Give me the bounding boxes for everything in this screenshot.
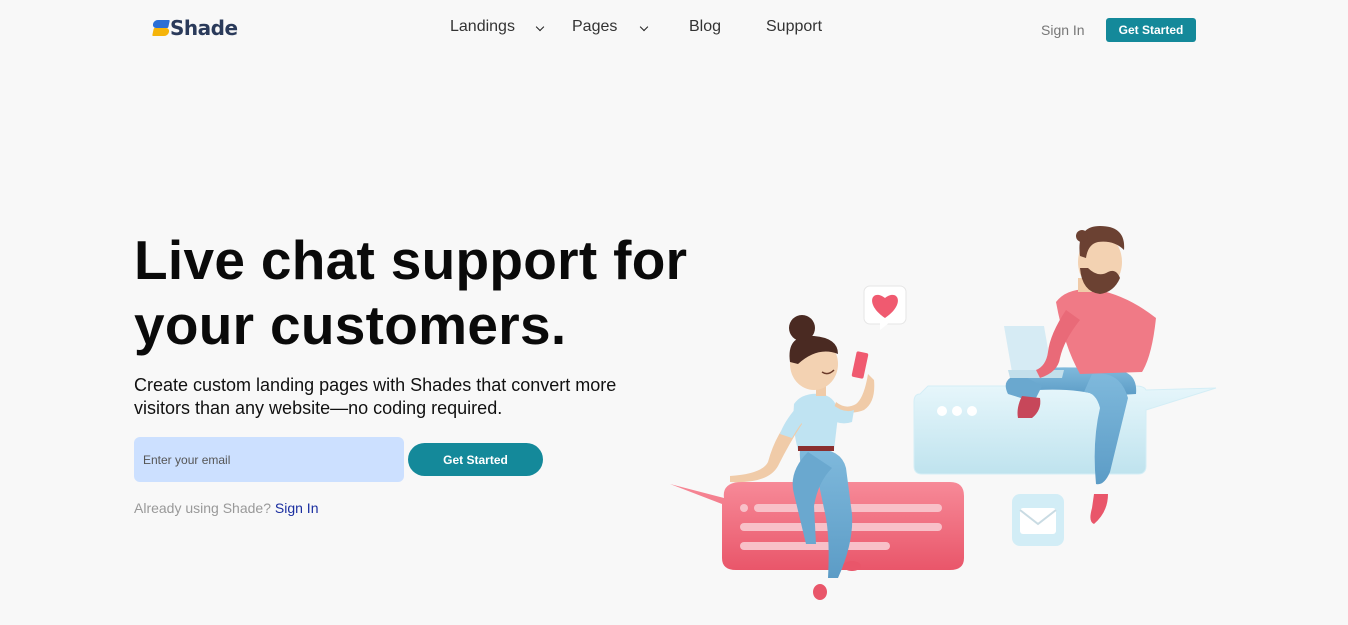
- sign-in-link[interactable]: Sign In: [1041, 22, 1085, 38]
- already-using-text: Already using Shade? Sign In: [134, 500, 318, 516]
- nav-label: Pages: [572, 18, 618, 35]
- nav-item-landings[interactable]: Landings: [450, 18, 515, 36]
- already-label: Already using Shade?: [134, 500, 271, 516]
- chevron-down-icon[interactable]: [535, 22, 545, 32]
- hero-illustration: [670, 226, 1217, 600]
- email-input[interactable]: [134, 437, 404, 482]
- hero-sign-in-link[interactable]: Sign In: [275, 500, 319, 516]
- get-started-button[interactable]: Get Started: [1106, 18, 1196, 42]
- nav-item-blog[interactable]: Blog: [689, 18, 721, 36]
- hero-subtitle: Create custom landing pages with Shades …: [134, 375, 617, 418]
- chat-bubble-icon: [913, 385, 1217, 475]
- nav-label: Blog: [689, 18, 722, 35]
- logo-mark-icon: [152, 19, 170, 37]
- nav-item-pages[interactable]: Pages: [572, 18, 617, 36]
- nav-item-support[interactable]: Support: [766, 18, 822, 36]
- hero-get-started-button[interactable]: Get Started: [408, 443, 543, 476]
- logo[interactable]: Shade: [152, 15, 238, 41]
- heart-icon: [863, 285, 907, 330]
- chat-bubble-icon: [670, 482, 964, 570]
- chevron-down-icon[interactable]: [639, 22, 649, 32]
- logo-text: Shade: [170, 16, 238, 40]
- hero-title: Live chat support for your customers.: [134, 229, 688, 356]
- nav-label: Landings: [450, 18, 515, 35]
- man-figure: [1004, 226, 1156, 524]
- envelope-icon: [1012, 494, 1064, 546]
- nav-label: Support: [766, 18, 823, 35]
